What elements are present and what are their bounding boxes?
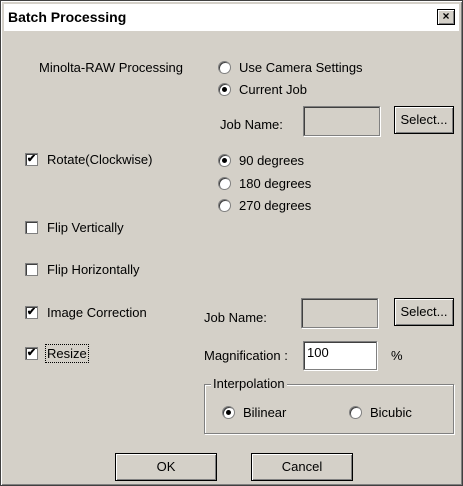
close-button[interactable]: × <box>437 9 455 25</box>
correction-select-button[interactable]: Select... <box>394 298 454 326</box>
correction-job-name-field[interactable] <box>301 298 378 328</box>
bilinear-radio[interactable] <box>222 406 235 419</box>
title-bar: Batch Processing × <box>4 4 459 31</box>
image-correction-label[interactable]: Image Correction <box>47 305 147 320</box>
bilinear-label[interactable]: Bilinear <box>243 405 286 420</box>
flip-horizontal-checkbox[interactable] <box>25 263 38 276</box>
use-camera-settings-radio[interactable] <box>218 61 231 74</box>
rotate-90-label[interactable]: 90 degrees <box>239 153 304 168</box>
rotate-label[interactable]: Rotate(Clockwise) <box>47 152 152 167</box>
resize-label[interactable]: Resize <box>45 344 89 363</box>
interpolation-group <box>204 384 454 434</box>
batch-processing-dialog: Batch Processing × Minolta-RAW Processin… <box>0 0 463 486</box>
minolta-job-name-label: Job Name: <box>220 117 283 132</box>
minolta-raw-label: Minolta-RAW Processing <box>39 60 184 75</box>
rotate-180-radio[interactable] <box>218 177 231 190</box>
current-job-radio[interactable] <box>218 83 231 96</box>
percent-unit: % <box>391 348 403 363</box>
current-job-label[interactable]: Current Job <box>239 82 307 97</box>
use-camera-settings-label[interactable]: Use Camera Settings <box>239 60 363 75</box>
rotate-270-radio[interactable] <box>218 199 231 212</box>
bicubic-label[interactable]: Bicubic <box>370 405 412 420</box>
rotate-checkbox[interactable]: ✔ <box>25 153 38 166</box>
correction-job-name-label: Job Name: <box>204 310 267 325</box>
resize-checkbox[interactable]: ✔ <box>25 347 38 360</box>
flip-horizontal-label[interactable]: Flip Horizontally <box>47 262 139 277</box>
rotate-270-label[interactable]: 270 degrees <box>239 198 311 213</box>
dialog-title: Batch Processing <box>8 9 127 25</box>
ok-button[interactable]: OK <box>115 453 217 481</box>
cancel-button[interactable]: Cancel <box>251 453 353 481</box>
magnification-label: Magnification : <box>204 348 288 363</box>
bicubic-radio[interactable] <box>349 406 362 419</box>
magnification-input[interactable]: 100 <box>303 341 377 370</box>
rotate-90-radio[interactable] <box>218 154 231 167</box>
flip-vertical-checkbox[interactable] <box>25 221 38 234</box>
rotate-180-label[interactable]: 180 degrees <box>239 176 311 191</box>
minolta-job-name-field[interactable] <box>303 106 380 136</box>
minolta-select-button[interactable]: Select... <box>394 106 454 134</box>
image-correction-checkbox[interactable]: ✔ <box>25 306 38 319</box>
interpolation-label: Interpolation <box>211 376 287 391</box>
magnification-value: 100 <box>307 345 329 360</box>
flip-vertical-label[interactable]: Flip Vertically <box>47 220 124 235</box>
